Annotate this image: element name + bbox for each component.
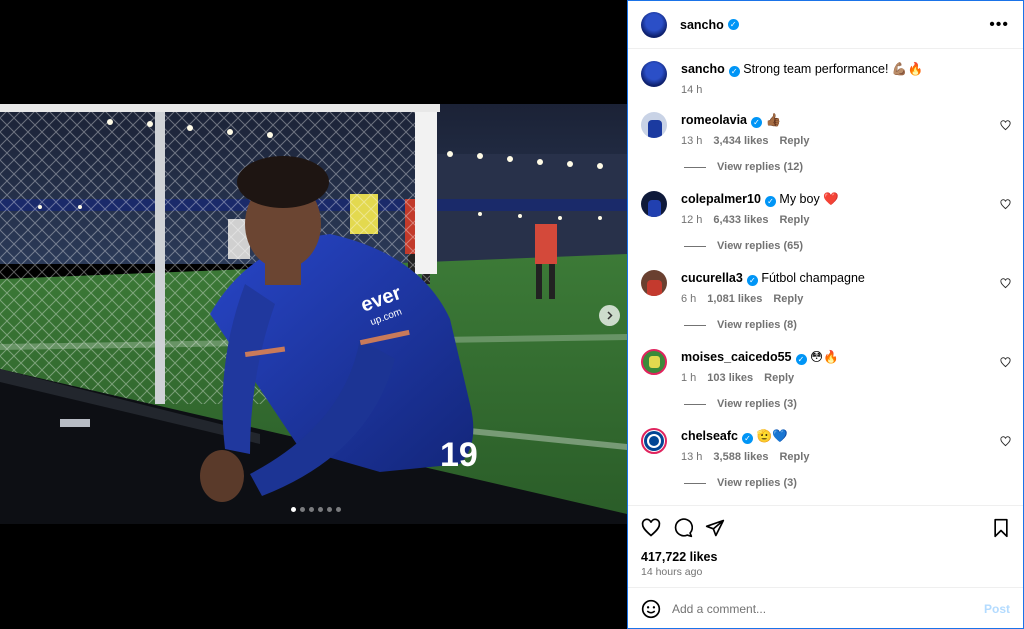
comment-username[interactable]: romeolavia (681, 113, 747, 127)
more-options-icon[interactable]: ••• (989, 16, 1009, 34)
comment-time: 12 h (681, 214, 703, 226)
verified-badge-icon: ✓ (727, 19, 739, 30)
heart-icon[interactable] (1000, 436, 1011, 447)
comment-likes[interactable]: 1,081 likes (707, 293, 762, 305)
reply-button[interactable]: Reply (779, 451, 809, 463)
bookmark-icon[interactable] (992, 518, 1010, 538)
reply-button[interactable]: Reply (773, 293, 803, 305)
share-paper-plane-icon[interactable] (705, 518, 725, 538)
commenter-avatar[interactable] (641, 270, 667, 296)
comment-text: Fútbol champagne (761, 271, 865, 285)
view-replies-button[interactable]: View replies (65) (684, 240, 803, 252)
view-replies-label: View replies (65) (717, 240, 804, 252)
divider (684, 403, 706, 405)
heart-icon[interactable] (1000, 120, 1011, 131)
post-actions: 417,722 likes 14 hours ago (628, 505, 1023, 587)
carousel-indicator (291, 507, 341, 512)
comment-likes[interactable]: 6,433 likes (713, 214, 768, 226)
comment-text: 🫡💙 (756, 429, 788, 443)
reply-button[interactable]: Reply (764, 372, 794, 384)
jersey-number: 19 (440, 436, 478, 474)
heart-icon[interactable] (1000, 199, 1011, 210)
comment-time: 6 h (681, 293, 697, 305)
divider (684, 166, 706, 168)
comment-username[interactable]: colepalmer10 (681, 192, 761, 206)
author-avatar[interactable] (641, 61, 667, 87)
carousel-dot (291, 507, 296, 512)
comment-username[interactable]: moises_caicedo55 (681, 350, 792, 364)
heart-icon[interactable] (1000, 357, 1011, 368)
reply-button[interactable]: Reply (779, 135, 809, 147)
commenter-avatar[interactable] (641, 428, 667, 454)
verified-badge-icon: ✓ (764, 196, 776, 207)
post-header: sancho ✓ ••• (628, 1, 1023, 49)
like-count[interactable]: 417,722 likes (641, 550, 717, 564)
verified-badge-icon: ✓ (741, 433, 753, 444)
emoji-icon[interactable] (641, 599, 661, 619)
chevron-right-icon (607, 311, 613, 320)
caption-time: 14 h (681, 84, 703, 96)
carousel-dot (300, 507, 305, 512)
comment-username[interactable]: cucurella3 (681, 271, 743, 285)
comment-time: 13 h (681, 451, 703, 463)
view-replies-label: View replies (3) (717, 398, 797, 410)
divider (684, 245, 706, 247)
caption-text: Strong team performance! 💪🏽🔥 (743, 62, 924, 76)
heart-icon[interactable] (1000, 278, 1011, 289)
comment-input[interactable] (672, 598, 962, 620)
view-replies-label: View replies (12) (717, 161, 804, 173)
comment-text: 😳🔥 (809, 350, 839, 364)
comment-text: My boy ❤️ (779, 192, 839, 206)
view-replies-button[interactable]: View replies (3) (684, 398, 797, 410)
comment-text: 👍🏾 (765, 113, 782, 127)
comment-composer: Post (628, 587, 1023, 629)
carousel-dot (336, 507, 341, 512)
commenter-avatar[interactable] (641, 349, 667, 375)
post-photo: ever up.com 19 (0, 104, 627, 524)
carousel-dot (309, 507, 314, 512)
comment-likes[interactable]: 3,434 likes (713, 135, 768, 147)
comments-section: sancho ✓ Strong team performance! 💪🏽🔥 14 … (628, 49, 1023, 505)
carousel-dot (318, 507, 323, 512)
view-replies-button[interactable]: View replies (8) (684, 319, 797, 331)
caption-username[interactable]: sancho (681, 62, 725, 76)
view-replies-button[interactable]: View replies (3) (684, 477, 797, 489)
author-avatar[interactable] (641, 11, 667, 38)
verified-badge-icon: ✓ (728, 66, 740, 77)
media-pane: ever up.com 19 (0, 0, 627, 629)
divider (684, 482, 706, 484)
view-replies-label: View replies (8) (717, 319, 797, 331)
carousel-next-button[interactable] (599, 305, 620, 326)
verified-badge-icon: ✓ (751, 117, 763, 128)
commenter-avatar[interactable] (641, 191, 667, 217)
author-username[interactable]: sancho (680, 18, 724, 32)
post-timestamp: 14 hours ago (641, 566, 703, 578)
reply-button[interactable]: Reply (779, 214, 809, 226)
view-replies-button[interactable]: View replies (12) (684, 161, 803, 173)
comment-bubble-icon[interactable] (673, 518, 693, 538)
comment-likes[interactable]: 3,588 likes (713, 451, 768, 463)
comment-likes[interactable]: 103 likes (707, 372, 753, 384)
post-button[interactable]: Post (984, 602, 1010, 616)
comment-time: 13 h (681, 135, 703, 147)
divider (684, 324, 706, 326)
like-heart-icon[interactable] (641, 518, 661, 538)
chelsea-crest-icon (644, 431, 664, 451)
view-replies-label: View replies (3) (717, 477, 797, 489)
commenter-avatar[interactable] (641, 112, 667, 138)
verified-badge-icon: ✓ (795, 354, 807, 365)
post-panel: sancho ✓ ••• sancho ✓ Strong team perform… (627, 0, 1024, 629)
verified-badge-icon: ✓ (746, 275, 758, 286)
comment-username[interactable]: chelseafc (681, 429, 738, 443)
comment-time: 1 h (681, 372, 697, 384)
carousel-dot (327, 507, 332, 512)
